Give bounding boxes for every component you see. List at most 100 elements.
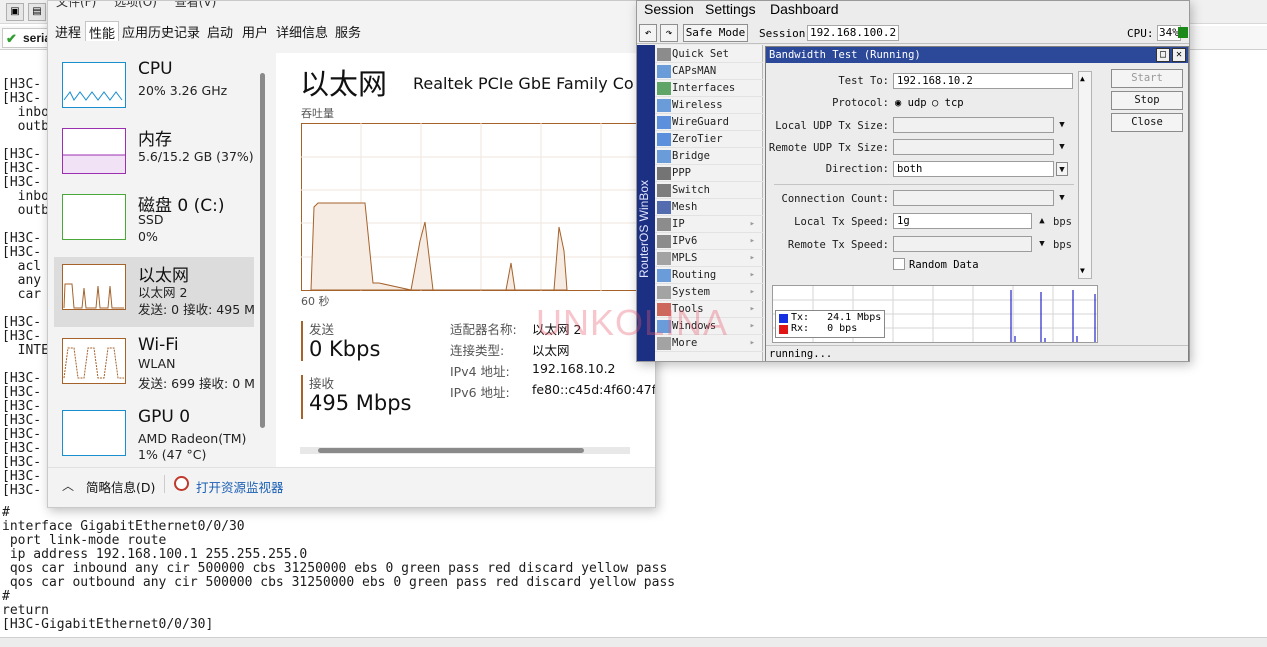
close-icon[interactable]: ✕ [1172, 48, 1186, 62]
menu-item-more[interactable]: More ▸ [655, 335, 763, 352]
bandwidth-graph: Tx: 24.1 Mbps Rx: 0 bps [772, 285, 1098, 343]
detail-value: fe80::c45d:4f60:47f5 [532, 382, 656, 397]
menu-item-mpls[interactable]: MPLS ▸ [655, 250, 763, 267]
direction-dropdown-icon[interactable]: ▼ [1056, 162, 1068, 176]
ip-icon [657, 218, 671, 231]
open-resource-monitor-link[interactable]: 打开资源监视器 [196, 477, 284, 496]
menu-item-wireguard[interactable]: WireGuard [655, 114, 763, 131]
local-udp-size-input[interactable] [893, 117, 1054, 133]
more-icon [657, 337, 671, 350]
menu-item-zerotier[interactable]: ZeroTier [655, 131, 763, 148]
menu-session[interactable]: Session [644, 1, 694, 17]
bandwidth-test-title: Bandwidth Test (Running) [769, 49, 921, 61]
resource-ethernet[interactable]: 以太网 以太网 2 发送: 0 接收: 495 M [54, 257, 255, 327]
memory-thumbnail [62, 128, 126, 174]
menu-view[interactable]: 查看(V) [175, 1, 217, 9]
menu-item-wireless[interactable]: Wireless [655, 97, 763, 114]
tab-details[interactable]: 详细信息 [273, 21, 331, 41]
resource-memory-usage: 5.6/15.2 GB (37%) [138, 149, 254, 164]
resource-disk-type: SSD [138, 212, 164, 227]
resource-memory[interactable]: 内存 5.6/15.2 GB (37%) [54, 121, 254, 191]
resource-disk[interactable]: 磁盘 0 (C:) SSD 0% [54, 187, 254, 257]
menu-options[interactable]: 选项(O) [114, 1, 157, 9]
undo-icon[interactable]: ↶ [639, 24, 657, 42]
resource-cpu-usage: 20% 3.26 GHz [138, 83, 228, 98]
redo-icon[interactable]: ↷ [660, 24, 678, 42]
local-tx-speed-up-icon[interactable]: ▲ [1036, 214, 1048, 228]
connection-count-dropdown-icon[interactable]: ▼ [1056, 191, 1068, 205]
chevron-up-icon[interactable]: ︿ [62, 477, 74, 494]
send-label: 发送 [309, 322, 335, 337]
test-to-input[interactable]: 192.168.10.2 [893, 73, 1073, 89]
menu-dashboard[interactable]: Dashboard [770, 1, 839, 17]
panel-hscroll-thumb[interactable] [318, 448, 584, 453]
menu-item-system[interactable]: System ▸ [655, 284, 763, 301]
tab-performance[interactable]: 性能 [85, 21, 120, 42]
submenu-arrow-icon: ▸ [749, 270, 755, 280]
form-scrollbar[interactable]: ▲ ▼ [1078, 71, 1092, 279]
routing-icon [657, 269, 671, 282]
scroll-down-icon[interactable]: ▼ [1080, 266, 1085, 275]
menu-item-routing[interactable]: Routing ▸ [655, 267, 763, 284]
menu-file[interactable]: 文件(F) [56, 1, 96, 9]
resource-gpu[interactable]: GPU 0 AMD Radeon(TM) 1% (47 °C) [54, 403, 254, 467]
terminal-line: interface GigabitEthernet0/0/30 [2, 519, 245, 534]
menu-item-label: Routing [672, 269, 717, 281]
ppp-icon [657, 167, 671, 180]
tab-processes[interactable]: 进程 [52, 21, 84, 41]
protocol-udp-radio[interactable]: ◉ udp [895, 97, 927, 109]
tab-users[interactable]: 用户 [239, 21, 271, 41]
tab-app-history[interactable]: 应用历史记录 [119, 21, 203, 41]
panel-title: 以太网 [300, 67, 388, 101]
resource-memory-name: 内存 [138, 130, 172, 150]
connected-check-icon: ✔ [6, 31, 17, 46]
protocol-udp-label: udp [907, 97, 927, 109]
resource-cpu[interactable]: CPU 20% 3.26 GHz [54, 55, 254, 125]
tab-services[interactable]: 服务 [332, 21, 364, 41]
terminal-line: [H3C- [2, 441, 42, 456]
menu-item-capsman[interactable]: CAPsMAN [655, 63, 763, 80]
safe-mode-button[interactable]: Safe Mode [683, 24, 748, 42]
menu-item-switch[interactable]: Switch [655, 182, 763, 199]
local-tx-speed-input[interactable]: 1g [893, 213, 1032, 229]
connection-count-input[interactable] [893, 190, 1054, 206]
menu-item-interfaces[interactable]: Interfaces [655, 80, 763, 97]
menu-item-bridge[interactable]: Bridge [655, 148, 763, 165]
menu-item-tools[interactable]: Tools ▸ [655, 301, 763, 318]
close-button[interactable]: Close [1111, 113, 1183, 132]
terminal-line: [H3C- [2, 315, 42, 330]
maximize-icon[interactable]: □ [1156, 48, 1170, 62]
menu-settings[interactable]: Settings [705, 1, 756, 17]
stop-button[interactable]: Stop [1111, 91, 1183, 110]
tab-startup[interactable]: 启动 [204, 21, 236, 41]
protocol-tcp-radio[interactable]: ○ tcp [932, 97, 964, 109]
throughput-graph [301, 123, 655, 291]
local-udp-size-dropdown-icon[interactable]: ▼ [1056, 118, 1068, 132]
direction-select[interactable]: both [893, 161, 1054, 177]
remote-udp-size-input[interactable] [893, 139, 1054, 155]
scroll-up-icon[interactable]: ▲ [1080, 74, 1085, 83]
terminal-line: [H3C- [2, 77, 42, 92]
random-data-checkbox[interactable] [893, 258, 905, 270]
toolbar-button-1[interactable]: ▣ [6, 3, 24, 21]
menu-item-windows[interactable]: Windows ▸ [655, 318, 763, 335]
remote-tx-speed-input[interactable] [893, 236, 1032, 252]
terminal-line: [H3C- [2, 371, 42, 386]
remote-udp-size-dropdown-icon[interactable]: ▼ [1056, 140, 1068, 154]
brief-info-link[interactable]: 简略信息(D) [86, 477, 155, 496]
terminal-line: [H3C-GigabitEthernet0/0/30] [2, 617, 214, 632]
menu-item-quick-set[interactable]: Quick Set [655, 46, 763, 63]
menu-item-ipv6[interactable]: IPv6 ▸ [655, 233, 763, 250]
menu-item-mesh[interactable]: Mesh [655, 199, 763, 216]
remote-tx-speed-dropdown-icon[interactable]: ▼ [1036, 237, 1048, 251]
resource-wifi[interactable]: Wi-Fi WLAN 发送: 699 接收: 0 M [54, 331, 255, 401]
start-button[interactable]: Start [1111, 69, 1183, 88]
terminal-line: inbo [2, 189, 49, 204]
detail-value: 以太网 2 [532, 322, 582, 337]
menu-item-ip[interactable]: IP ▸ [655, 216, 763, 233]
menu-item-ppp[interactable]: PPP [655, 165, 763, 182]
toolbar-button-2[interactable]: ▤ [28, 3, 46, 21]
resource-list-scrollbar[interactable] [260, 73, 265, 428]
resource-gpu-name: GPU 0 [138, 407, 191, 427]
terminal-line: inbo [2, 105, 49, 120]
